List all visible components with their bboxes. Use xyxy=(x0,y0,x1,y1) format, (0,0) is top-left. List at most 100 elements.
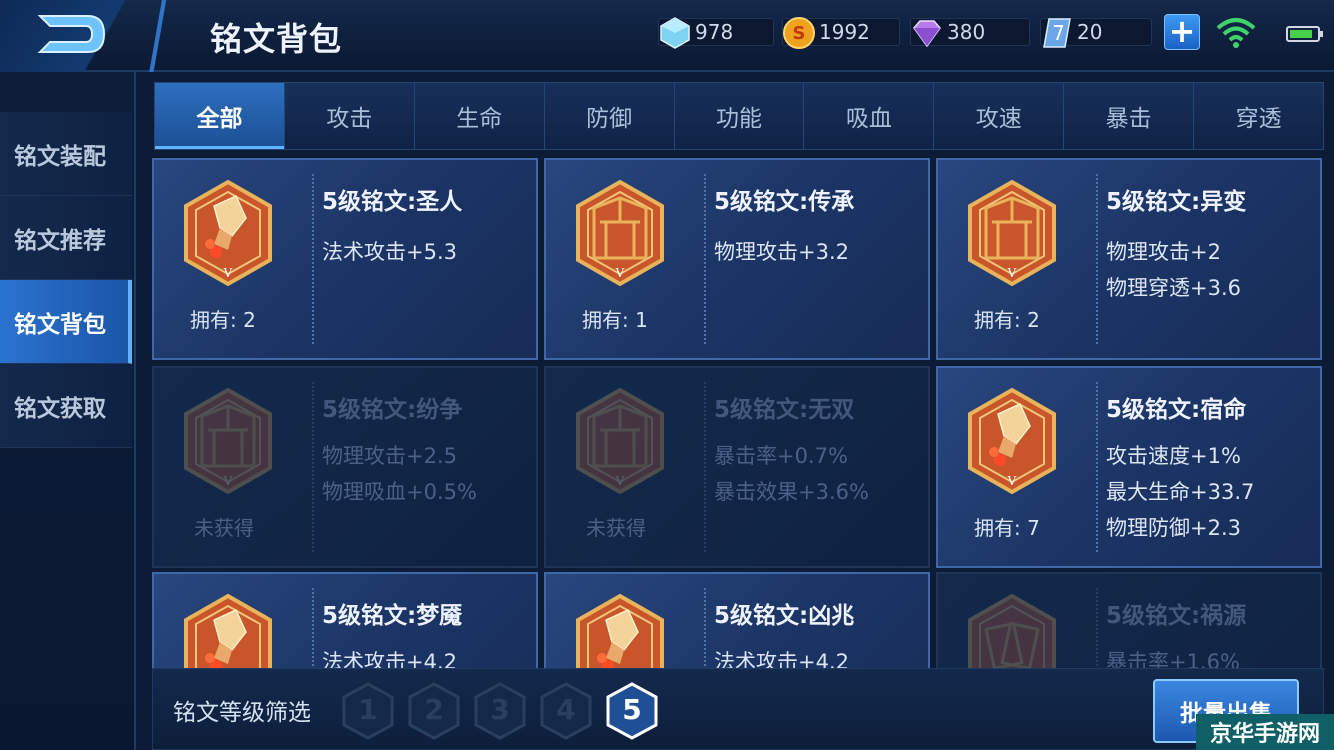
rune-card[interactable]: V 5级铭文:宿命 攻击速度+1% 最大生命+33.7 物理防御+2.3 拥有:… xyxy=(936,366,1322,568)
level-filter-1[interactable]: 1 xyxy=(341,681,395,741)
rune-grid: V 5级铭文:圣人 法术攻击+5.3 拥有: 2 V 5级铭文:传承 物理攻击+… xyxy=(152,158,1324,668)
rune-stat: 法术攻击+4.2 xyxy=(322,650,457,668)
rune-name: 5级铭文:异变 xyxy=(1106,189,1247,215)
card-divider xyxy=(704,588,706,668)
rune-not-obtained: 未获得 xyxy=(194,516,254,540)
svg-text:V: V xyxy=(615,266,625,280)
main-panel: 全部 攻击 生命 防御 功能 吸血 攻速 暴击 穿透 V 5级铭文:圣人 法术攻… xyxy=(134,72,1334,750)
crystal-counter: 978 xyxy=(658,16,774,49)
filter-bar: 铭文等级筛选 1 2 3 4 5 批量出售 xyxy=(152,668,1324,750)
card-divider xyxy=(704,382,706,552)
svg-text:V: V xyxy=(223,474,233,488)
sidebar-item-rune-equip[interactable]: 铭文装配 xyxy=(0,112,132,196)
back-arrow-icon xyxy=(37,15,106,53)
rune-name: 5级铭文:宿命 xyxy=(1106,397,1247,423)
rune-stat: 物理攻击+2.5 xyxy=(322,444,457,468)
rune-name: 5级铭文:梦魇 xyxy=(322,603,463,629)
card-divider xyxy=(1096,382,1098,552)
rune-stat: 法术攻击+4.2 xyxy=(714,650,849,668)
rune-crystal-icon: V xyxy=(184,593,272,668)
rune-gate-icon: V xyxy=(576,179,664,287)
sidebar-item-rune-recommend[interactable]: 铭文推荐 xyxy=(0,196,132,280)
rune-stat: 最大生命+33.7 xyxy=(1106,480,1255,504)
svg-text:V: V xyxy=(223,266,233,280)
level-number: 5 xyxy=(622,693,642,726)
rune-gate-icon: V xyxy=(576,387,664,495)
svg-text:V: V xyxy=(615,474,625,488)
voucher-counter: 20 xyxy=(1040,16,1152,48)
card-divider xyxy=(1096,588,1098,668)
svg-text:S: S xyxy=(793,23,806,44)
rune-not-obtained: 未获得 xyxy=(586,516,646,540)
tab-penetration[interactable]: 穿透 xyxy=(1194,83,1324,149)
tab-all[interactable]: 全部 xyxy=(155,83,285,149)
rune-name: 5级铭文:圣人 xyxy=(322,189,463,215)
tab-defense[interactable]: 防御 xyxy=(544,83,675,149)
watermark: 京华手游网 xyxy=(1196,714,1334,750)
rune-stat: 暴击率+1.6% xyxy=(1106,650,1240,668)
rune-stat: 物理穿透+3.6 xyxy=(1106,276,1241,300)
coin-counter: S 1992 xyxy=(782,16,900,49)
rune-owned-count: 拥有: 2 xyxy=(190,308,256,332)
rune-stat: 物理防御+2.3 xyxy=(1106,516,1241,540)
add-currency-button[interactable]: + xyxy=(1164,14,1200,50)
rune-name: 5级铭文:纷争 xyxy=(322,397,463,423)
rune-card-locked[interactable]: V 5级铭文:祸源 暴击率+1.6% xyxy=(936,572,1322,668)
page-title: 铭文背包 xyxy=(210,20,343,58)
diamond-icon xyxy=(913,20,941,48)
card-divider xyxy=(704,174,706,344)
wifi-icon xyxy=(1216,18,1256,48)
rune-gate-icon: V xyxy=(968,179,1056,287)
rune-name: 5级铭文:凶兆 xyxy=(714,603,855,629)
sidebar: 铭文装配 铭文推荐 铭文背包 铭文获取 xyxy=(0,72,134,750)
rune-stat: 物理攻击+3.2 xyxy=(714,240,849,264)
level-filter-2[interactable]: 2 xyxy=(407,681,461,741)
card-divider xyxy=(312,174,314,344)
rune-stat: 物理攻击+2 xyxy=(1106,240,1221,264)
crystal-icon xyxy=(660,17,690,49)
rune-stat: 物理吸血+0.5% xyxy=(322,480,477,504)
rune-crystal-icon: V xyxy=(968,387,1056,495)
tab-health[interactable]: 生命 xyxy=(414,83,545,149)
svg-text:V: V xyxy=(1007,266,1017,280)
level-filter-5[interactable]: 5 xyxy=(605,681,659,741)
rune-owned-count: 拥有: 7 xyxy=(974,516,1040,540)
level-number: 4 xyxy=(556,693,576,726)
level-number: 2 xyxy=(424,693,444,726)
tab-attack[interactable]: 攻击 xyxy=(284,83,415,149)
tab-lifesteal[interactable]: 吸血 xyxy=(804,83,935,149)
rune-card[interactable]: V 5级铭文:凶兆 法术攻击+4.2 xyxy=(544,572,930,668)
rune-card[interactable]: V 5级铭文:传承 物理攻击+3.2 拥有: 1 xyxy=(544,158,930,360)
rune-cards-icon: V xyxy=(968,593,1056,668)
rune-card-locked[interactable]: V 5级铭文:无双 暴击率+0.7% 暴击效果+3.6% 未获得 xyxy=(544,366,930,568)
category-tabs: 全部 攻击 生命 防御 功能 吸血 攻速 暴击 穿透 xyxy=(154,82,1324,150)
rune-crystal-icon: V xyxy=(576,593,664,668)
rune-card-locked[interactable]: V 5级铭文:纷争 物理攻击+2.5 物理吸血+0.5% 未获得 xyxy=(152,366,538,568)
level-filter-3[interactable]: 3 xyxy=(473,681,527,741)
sidebar-item-rune-bag[interactable]: 铭文背包 xyxy=(0,280,132,364)
tab-critical[interactable]: 暴击 xyxy=(1064,83,1195,149)
svg-text:V: V xyxy=(1007,474,1017,488)
gold-coin-icon: S xyxy=(783,17,815,49)
rune-card[interactable]: V 5级铭文:圣人 法术攻击+5.3 拥有: 2 xyxy=(152,158,538,360)
sidebar-item-rune-obtain[interactable]: 铭文获取 xyxy=(0,364,132,448)
rune-stat: 暴击率+0.7% xyxy=(714,444,848,468)
tab-attack-speed[interactable]: 攻速 xyxy=(934,83,1065,149)
rune-crystal-icon: V xyxy=(184,179,272,287)
card-divider xyxy=(1096,174,1098,344)
tab-utility[interactable]: 功能 xyxy=(674,83,805,149)
rune-stat: 法术攻击+5.3 xyxy=(322,240,457,264)
rune-stat: 暴击效果+3.6% xyxy=(714,480,869,504)
level-filter-label: 铭文等级筛选 xyxy=(173,700,311,726)
level-filter-4[interactable]: 4 xyxy=(539,681,593,741)
back-button[interactable] xyxy=(34,10,110,58)
rune-card[interactable]: V 5级铭文:梦魇 法术攻击+4.2 xyxy=(152,572,538,668)
card-divider xyxy=(312,588,314,668)
rune-owned-count: 拥有: 1 xyxy=(582,308,648,332)
voucher-icon xyxy=(1043,18,1071,48)
rune-stat: 攻击速度+1% xyxy=(1106,444,1241,468)
rune-name: 5级铭文:传承 xyxy=(714,189,855,215)
rune-card[interactable]: V 5级铭文:异变 物理攻击+2 物理穿透+3.6 拥有: 2 xyxy=(936,158,1322,360)
battery-icon xyxy=(1286,26,1323,42)
level-number: 3 xyxy=(490,693,510,726)
